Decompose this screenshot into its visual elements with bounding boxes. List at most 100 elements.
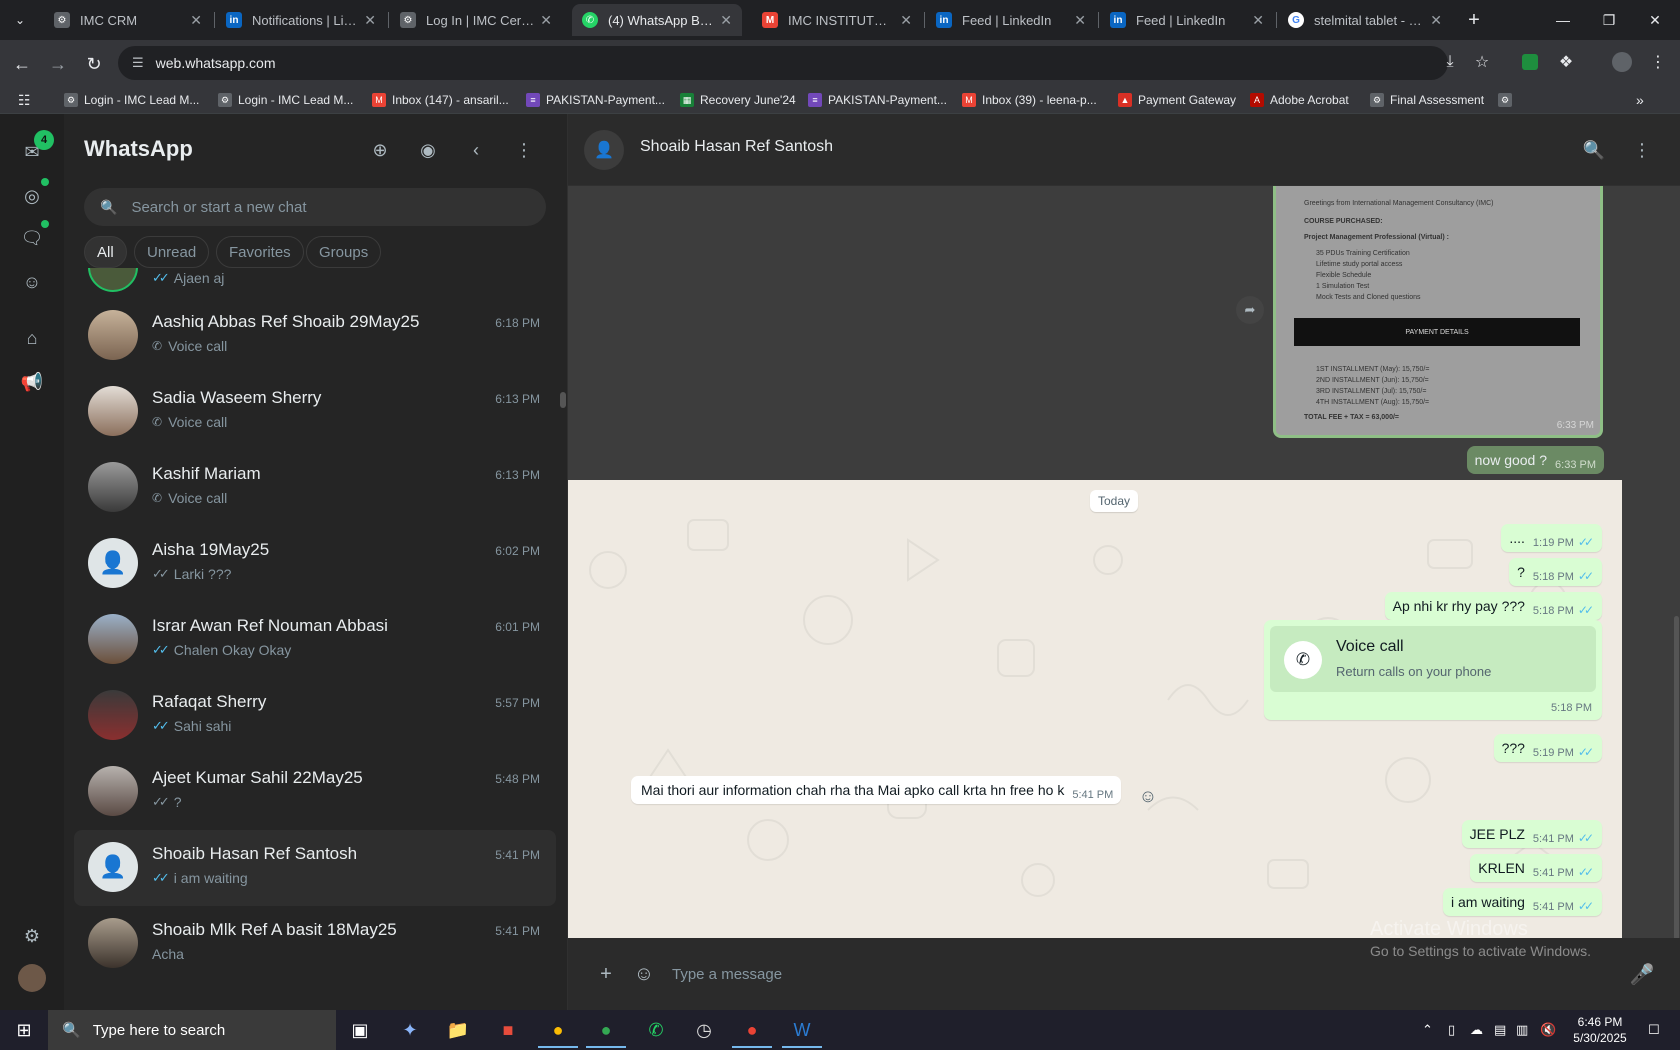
voice-call-card[interactable]: ✆ Voice call Return calls on your phone <box>1270 626 1596 692</box>
hide-eye-icon[interactable]: ◉ <box>412 134 444 166</box>
chrome-icon-3[interactable]: ● <box>732 1014 772 1048</box>
chevron-left-icon[interactable]: ‹ <box>460 134 492 166</box>
attach-plus-icon[interactable]: + <box>590 958 622 990</box>
contact-name[interactable]: Shoaib Hasan Ref Santosh <box>640 138 833 156</box>
chat-row[interactable]: Ajeet Kumar Sahil 22May25 5:48 PM ✓✓? <box>74 754 556 830</box>
tray-device-icon[interactable]: ▯ <box>1448 1010 1455 1050</box>
chat-row[interactable]: Kashif Mariam 6:13 PM ✆ Voice call <box>74 450 556 526</box>
bookmark-inbox-147[interactable]: M Inbox (147) - ansaril... <box>372 90 509 110</box>
react-emoji-icon[interactable]: ☺ <box>1134 782 1162 810</box>
browser-tab-feed-linkedin-2[interactable]: in Feed | LinkedIn ✕ <box>1100 4 1274 36</box>
bookmark-inbox-39[interactable]: M Inbox (39) - leena-p... <box>962 90 1097 110</box>
bookmark-final-assessment[interactable]: ⚙ Final Assessment <box>1370 90 1484 110</box>
search-input[interactable] <box>131 198 532 216</box>
install-app-icon[interactable]: ⤓ <box>1436 48 1464 76</box>
bookmark-payment-gateway[interactable]: ▲ Payment Gateway <box>1118 90 1236 110</box>
chat-search-bar[interactable]: 🔍 <box>84 188 546 226</box>
browser-tab-google-search[interactable]: G stelmital tablet - Gc ✕ <box>1278 4 1452 36</box>
conversation-menu-icon[interactable]: ⋮ <box>1626 134 1658 166</box>
conversation-header[interactable]: 👤 Shoaib Hasan Ref Santosh 🔍 ⋮ <box>568 114 1680 186</box>
chat-row[interactable]: Aashiq Abbas Ref Shoaib 29May25 6:18 PM … <box>74 298 556 374</box>
sidebar-menu-icon[interactable]: ⋮ <box>508 134 540 166</box>
profile-avatar-icon[interactable] <box>1608 48 1636 76</box>
close-tab-icon[interactable]: ✕ <box>1252 12 1264 29</box>
app-red-icon[interactable]: ■ <box>488 1014 528 1048</box>
file-explorer-icon[interactable]: 📁 <box>438 1014 478 1048</box>
message-bubble-incoming[interactable]: Mai thori aur information chah rha tha M… <box>631 776 1122 804</box>
address-bar[interactable]: ☰ web.whatsapp.com <box>118 46 1448 80</box>
chrome-icon-2[interactable]: ● <box>586 1014 626 1048</box>
browser-tab-notifications-linkedin[interactable]: in Notifications | Linke ✕ <box>216 4 386 36</box>
tray-chevron-icon[interactable]: ⌃ <box>1422 1010 1433 1050</box>
site-settings-icon[interactable]: ☰ <box>132 55 144 71</box>
emoji-sticker-icon[interactable]: ☺ <box>628 958 660 990</box>
message-bubble-outgoing[interactable]: .... 1:19 PM ✓✓ <box>1501 524 1602 552</box>
minimize-window-button[interactable]: — <box>1540 0 1586 40</box>
browser-tab-feed-linkedin-1[interactable]: in Feed | LinkedIn ✕ <box>926 4 1096 36</box>
voice-call-message[interactable]: ✆ Voice call Return calls on your phone … <box>1264 620 1602 720</box>
task-view-icon[interactable]: ▣ <box>340 1014 380 1048</box>
clock-app-icon[interactable]: ◷ <box>684 1014 724 1048</box>
browser-tab-imc-institute[interactable]: M IMC INSTITUTE | EN ✕ <box>752 4 922 36</box>
taskbar-clock[interactable]: 6:46 PM 5/30/2025 <box>1562 1014 1638 1046</box>
close-tab-icon[interactable]: ✕ <box>1430 12 1442 29</box>
settings-gear-icon[interactable]: ⚙ <box>16 920 48 952</box>
browser-menu-icon[interactable]: ⋮ <box>1644 48 1672 76</box>
contact-avatar-icon[interactable]: 👤 <box>584 130 624 170</box>
copilot-icon[interactable]: ✦ <box>390 1014 430 1048</box>
speaker-muted-icon[interactable]: 🔇 <box>1540 1010 1556 1050</box>
reload-icon[interactable]: ↻ <box>80 50 108 78</box>
message-bubble-outgoing[interactable]: KRLEN 5:41 PM ✓✓ <box>1470 854 1602 882</box>
advertise-megaphone-icon[interactable]: 📢 <box>16 366 48 398</box>
forward-icon[interactable]: ➦ <box>1236 296 1264 324</box>
chat-row-selected[interactable]: 👤 Shoaib Hasan Ref Santosh 5:41 PM ✓✓ i a… <box>74 830 556 906</box>
message-bubble-outgoing[interactable]: i am waiting 5:41 PM ✓✓ <box>1443 888 1602 916</box>
message-bubble-outgoing[interactable]: ??? 5:19 PM ✓✓ <box>1493 734 1602 762</box>
profile-avatar[interactable] <box>16 962 48 994</box>
sidebar-scrollbar[interactable] <box>560 392 566 408</box>
network-icon[interactable]: ▥ <box>1516 1010 1528 1050</box>
more-bookmarks-chevron-icon[interactable]: » <box>1636 90 1644 110</box>
payment-document-image[interactable]: Greetings from International Management … <box>1273 186 1603 438</box>
restore-window-button[interactable]: ❐ <box>1586 0 1632 40</box>
extension-green-icon[interactable] <box>1516 48 1544 76</box>
extensions-puzzle-icon[interactable]: ❖ <box>1552 48 1580 76</box>
chat-row[interactable]: Sadia Waseem Sherry 6:13 PM ✆ Voice call <box>74 374 556 450</box>
bookmark-recovery-june[interactable]: ▦ Recovery June'24 <box>680 90 796 110</box>
tab-search-chevron-icon[interactable]: ⌄ <box>6 6 34 34</box>
messages-scrollbar[interactable] <box>1674 616 1679 938</box>
bookmark-star-icon[interactable]: ☆ <box>1468 48 1496 76</box>
notifications-icon[interactable]: ☐ <box>1648 1010 1660 1050</box>
tray-cloud-icon[interactable]: ☁ <box>1470 1010 1483 1050</box>
communities-icon[interactable]: ☺ <box>16 266 48 298</box>
tray-display-icon[interactable]: ▤ <box>1494 1010 1506 1050</box>
filter-favorites[interactable]: Favorites <box>216 236 304 268</box>
message-input[interactable] <box>672 956 1592 992</box>
message-bubble-outgoing[interactable]: JEE PLZ 5:41 PM ✓✓ <box>1461 820 1602 848</box>
message-bubble-outgoing[interactable]: Ap nhi kr rhy pay ??? 5:18 PM ✓✓ <box>1384 592 1602 620</box>
filter-all[interactable]: All <box>84 236 127 268</box>
close-window-button[interactable]: ✕ <box>1632 0 1678 40</box>
bookmark-pakistan-payment-2[interactable]: ≡ PAKISTAN-Payment... <box>808 90 947 110</box>
forward-arrow-icon[interactable]: → <box>44 50 72 78</box>
word-icon[interactable]: W <box>782 1014 822 1048</box>
taskbar-search-box[interactable]: 🔍 Type here to search <box>48 1010 336 1050</box>
close-tab-icon[interactable]: ✕ <box>900 12 912 29</box>
bookmark-login-imc-1[interactable]: ⚙ Login - IMC Lead M... <box>64 90 199 110</box>
browser-tab-whatsapp[interactable]: ✆ (4) WhatsApp Busin ✕ <box>572 4 742 36</box>
back-arrow-icon[interactable]: ← <box>8 50 36 78</box>
browser-tab-imc-login[interactable]: ⚙ Log In | IMC Certific ✕ <box>390 4 562 36</box>
search-messages-icon[interactable]: 🔍 <box>1578 134 1610 166</box>
close-tab-icon[interactable]: ✕ <box>364 12 376 29</box>
bookmark-extra-icon[interactable]: ⚙ <box>1498 90 1518 110</box>
close-tab-icon[interactable]: ✕ <box>190 12 202 29</box>
message-bubble-outgoing[interactable]: now good ? 6:33 PM <box>1466 446 1604 474</box>
bookmark-login-imc-2[interactable]: ⚙ Login - IMC Lead M... <box>218 90 353 110</box>
bookmark-pakistan-payment-1[interactable]: ≡ PAKISTAN-Payment... <box>526 90 665 110</box>
chat-row[interactable]: 👤 Aisha 19May25 6:02 PM ✓✓ Larki ??? <box>74 526 556 602</box>
new-tab-button[interactable]: + <box>1460 6 1488 34</box>
chat-row[interactable]: Shoaib Mlk Ref A basit 18May25 5:41 PM A… <box>74 906 556 982</box>
filter-groups[interactable]: Groups <box>306 236 382 268</box>
apps-grid-icon[interactable]: ☷ <box>18 90 31 110</box>
microphone-icon[interactable]: 🎤 <box>1626 958 1658 990</box>
